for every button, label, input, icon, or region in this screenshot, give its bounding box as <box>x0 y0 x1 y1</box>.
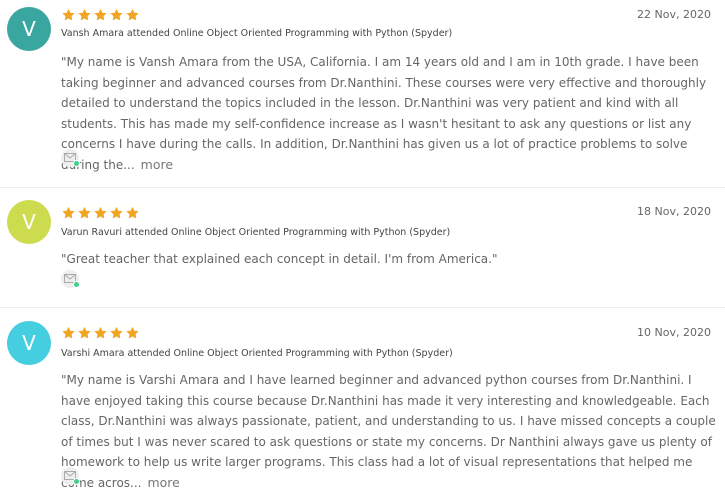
review-text-body: "Great teacher that explained each conce… <box>61 252 498 266</box>
star-icon <box>126 8 139 21</box>
star-rating <box>61 326 140 340</box>
star-icon <box>94 8 107 21</box>
verified-dot <box>73 281 80 288</box>
review-text: "My name is Vansh Amara from the USA, Ca… <box>61 52 716 175</box>
verified-dot <box>73 160 80 167</box>
reviewer-attended-line: Vansh Amara attended Online Object Orien… <box>61 28 453 39</box>
star-icon <box>62 206 75 219</box>
review-card: V 18 Nov, 2020 Varun Ravuri attended Onl… <box>0 188 725 308</box>
star-icon <box>78 326 91 339</box>
star-icon <box>110 326 123 339</box>
review-card: V 10 Nov, 2020 Varshi Amara attended Onl… <box>0 308 725 492</box>
review-date: 10 Nov, 2020 <box>637 326 711 339</box>
star-icon <box>110 8 123 21</box>
star-icon <box>126 206 139 219</box>
star-icon <box>78 206 91 219</box>
reviewer-attended-line: Varshi Amara attended Online Object Orie… <box>61 348 453 359</box>
star-rating <box>61 8 140 22</box>
review-date: 22 Nov, 2020 <box>637 8 711 21</box>
star-icon <box>110 206 123 219</box>
star-icon <box>94 206 107 219</box>
more-link[interactable]: more <box>147 475 179 490</box>
review-text-body: "My name is Vansh Amara from the USA, Ca… <box>61 55 707 172</box>
avatar: V <box>7 7 51 51</box>
avatar: V <box>7 200 51 244</box>
review-text: "My name is Varshi Amara and I have lear… <box>61 370 716 493</box>
more-link[interactable]: more <box>141 157 173 172</box>
star-icon <box>78 8 91 21</box>
star-icon <box>62 8 75 21</box>
review-date: 18 Nov, 2020 <box>637 205 711 218</box>
review-text: "Great teacher that explained each conce… <box>61 249 716 270</box>
reviewer-attended-line: Varun Ravuri attended Online Object Orie… <box>61 227 451 238</box>
avatar: V <box>7 321 51 365</box>
star-icon <box>126 326 139 339</box>
mail-icon <box>61 149 80 167</box>
star-icon <box>94 326 107 339</box>
mail-icon <box>61 467 80 485</box>
verified-dot <box>73 478 80 485</box>
star-rating <box>61 206 140 220</box>
review-text-body: "My name is Varshi Amara and I have lear… <box>61 373 716 490</box>
mail-icon <box>61 270 80 288</box>
star-icon <box>62 326 75 339</box>
review-card: V 22 Nov, 2020 Vansh Amara attended Onli… <box>0 0 725 188</box>
